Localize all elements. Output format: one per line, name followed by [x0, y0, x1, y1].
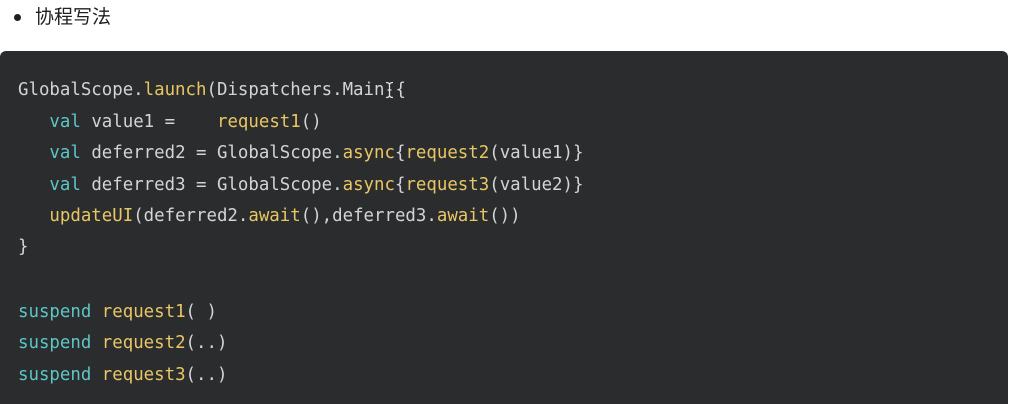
code-line-6: } [18, 233, 28, 261]
code-token: } [18, 237, 29, 257]
code-token: (value2)} [489, 175, 584, 195]
code-line-2: val value1 = request1() [18, 108, 322, 136]
code-block[interactable]: GlobalScope. launch (Dispatchers.Main { val… [0, 51, 1008, 404]
code-token: request1 [101, 302, 186, 322]
code-token: (),deferred3. [300, 206, 437, 226]
code-line-5: updateUI (deferred2. await (),deferred3. awa… [18, 202, 521, 230]
code-token: request3 [405, 175, 490, 195]
code-token: request2 [101, 333, 186, 353]
code-token: (value1)} [489, 143, 584, 163]
code-line-3: val deferred2 = GlobalScope. async{reques… [18, 139, 583, 167]
code-token: await [436, 206, 490, 226]
bullet-dot-icon [14, 13, 21, 21]
code-token: ( ) [185, 302, 217, 322]
text-cursor-icon [385, 81, 394, 99]
code-line-8: suspend request1( ) [18, 298, 217, 326]
code-token: GlobalScope. [18, 80, 144, 100]
code-token: launch [143, 80, 207, 100]
code-token: async [342, 175, 395, 195]
code-token: suspend [18, 302, 92, 322]
code-token: ()) [489, 206, 521, 226]
bullet-list-item: 协程写法 [14, 0, 111, 34]
code-token: async [342, 143, 395, 163]
code-token: suspend [18, 365, 92, 385]
code-token: (deferred2. [133, 206, 249, 226]
code-token: request1 [216, 112, 301, 132]
code-token: { [395, 80, 406, 100]
code-token: () [300, 112, 322, 132]
code-token: val [49, 143, 81, 163]
code-token: (..) [185, 365, 228, 385]
code-token: suspend [18, 333, 92, 353]
code-token: val [49, 175, 81, 195]
code-token: updateUI [49, 206, 134, 226]
code-line-1: GlobalScope. launch (Dispatchers.Main { [18, 76, 406, 104]
code-token: { [394, 175, 406, 195]
code-token: deferred2 = GlobalScope. [80, 143, 343, 163]
code-line-10: suspend request3 (..) [18, 361, 227, 389]
code-token: request3 [101, 365, 186, 385]
bullet-heading-text: 协程写法 [35, 6, 112, 28]
code-token: deferred3 = GlobalScope. [80, 175, 343, 195]
code-token: (Dispatchers.Main [206, 80, 385, 100]
code-token: { [394, 143, 406, 163]
code-token: request2 [405, 143, 490, 163]
code-token: val [49, 112, 81, 132]
code-token: value1 = [80, 112, 217, 132]
code-line-4: val deferred3 = GlobalScope. async{reques… [18, 171, 583, 199]
code-line-9: suspend request2 (..) [18, 329, 227, 357]
code-token: (..) [185, 333, 228, 353]
code-token: await [248, 206, 301, 226]
